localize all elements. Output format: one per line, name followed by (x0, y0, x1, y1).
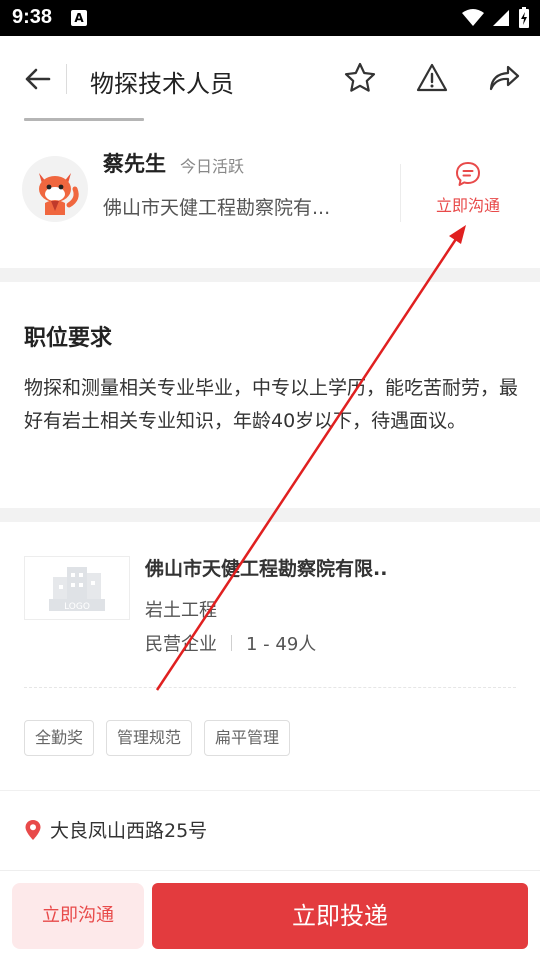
chat-bubble-icon (456, 162, 480, 186)
arrow-left-icon (25, 68, 51, 90)
header-divider (66, 64, 67, 94)
recruiter-card[interactable]: 蔡先生 今日活跃 佛山市天健工程勘察院有... 立即沟通 (0, 130, 540, 270)
scrolled-text-fragment (24, 110, 154, 122)
dashed-divider (24, 687, 516, 688)
status-icons (462, 6, 530, 30)
benefit-tag: 扁平管理 (204, 720, 291, 756)
report-button[interactable] (414, 60, 450, 96)
chat-divider (400, 164, 401, 222)
apply-button[interactable]: 立即投递 (152, 883, 528, 949)
building-logo-placeholder-icon: LOGO (49, 567, 105, 612)
avatar (22, 156, 88, 222)
location-pin-icon (25, 819, 41, 840)
benefit-tag: 全勤奖 (24, 720, 95, 756)
signal-icon (493, 10, 509, 26)
requirements-text: 物探和测量相关专业毕业，中专以上学历，能吃苦耐劳，最好有岩土相关专业知识，年龄4… (24, 377, 519, 432)
address-text: 大良凤山西路25号 (50, 820, 208, 842)
company-industry: 岩土工程 (145, 600, 217, 621)
bottom-action-bar: 立即沟通 立即投递 (0, 870, 540, 960)
logo-text: LOGO (64, 602, 90, 612)
section-divider (0, 508, 540, 522)
fox-mascot-icon (39, 173, 79, 215)
company-size: 1 - 49人 (246, 634, 317, 655)
share-button[interactable] (486, 60, 522, 96)
meta-separator (231, 635, 232, 651)
section-title-requirements: 职位要求 (24, 326, 113, 351)
chat-now-button[interactable]: 立即沟通 (420, 160, 516, 220)
favorite-button[interactable] (342, 60, 378, 96)
company-meta: 民营企业 1 - 49人 (145, 630, 316, 656)
battery-icon (519, 7, 529, 28)
page-title: 物探技术人员 (90, 70, 234, 98)
active-status: 今日活跃 (180, 157, 245, 176)
divider (0, 790, 540, 791)
bottom-chat-button[interactable]: 立即沟通 (12, 883, 144, 949)
company-logo: LOGO (24, 556, 130, 620)
company-card[interactable]: LOGO 佛山市天健工程勘察院有限.. 岩土工程 民营企业 1 - 49人 (0, 536, 540, 696)
recruiter-name: 蔡先生 (103, 152, 166, 176)
address-row[interactable]: 大良凤山西路25号 (24, 816, 207, 843)
benefit-tags: 全勤奖 管理规范 扁平管理 (24, 720, 291, 756)
status-time: 9:38 (12, 6, 53, 28)
back-button[interactable] (20, 62, 54, 96)
wifi-icon (462, 9, 484, 26)
warning-icon (416, 63, 448, 92)
chat-now-label: 立即沟通 (435, 196, 500, 215)
status-bar: 9:38 A (0, 0, 540, 36)
accessibility-icon: A (71, 10, 87, 26)
share-icon (489, 65, 520, 91)
star-icon (344, 62, 376, 92)
recruiter-company: 佛山市天健工程勘察院有... (103, 197, 331, 219)
company-name: 佛山市天健工程勘察院有限.. (145, 558, 388, 580)
benefit-tag: 管理规范 (106, 720, 193, 756)
section-divider (0, 268, 540, 282)
app-header: 物探技术人员 (0, 36, 540, 120)
company-type: 民营企业 (145, 634, 217, 655)
